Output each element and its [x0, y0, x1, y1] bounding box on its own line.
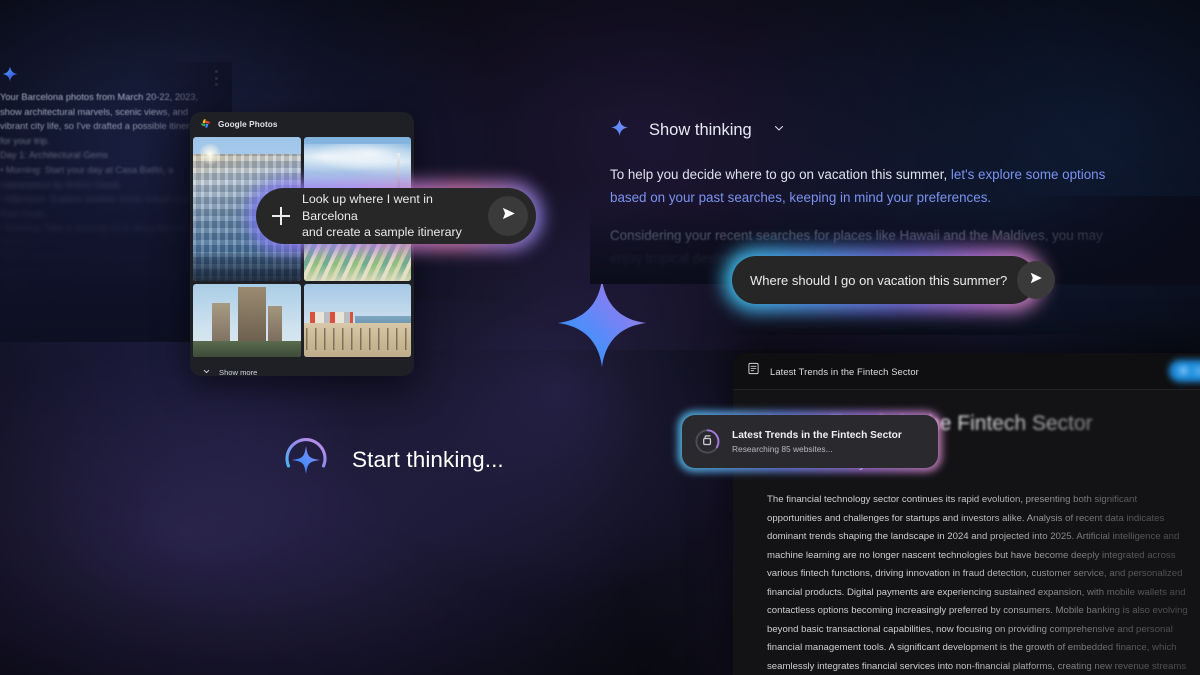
vacation-prompt-pill[interactable]: Where should I go on vacation this summe…	[724, 248, 1056, 312]
share-icon	[1179, 366, 1188, 377]
research-progress-card[interactable]: Latest Trends in the Fintech Sector Rese…	[678, 411, 942, 472]
research-progress-icon	[694, 428, 721, 455]
google-photos-card-header: Google Photos	[190, 112, 414, 137]
send-icon	[1029, 271, 1043, 290]
prompt-pill-body[interactable]: Look up where I went in Barcelona and cr…	[256, 188, 536, 244]
thinking-p2-line1: Considering your recent searches for pla…	[610, 228, 1103, 244]
thinking-paragraph-1: To help you decide where to go on vacati…	[610, 164, 1130, 209]
sparkle-icon	[610, 118, 629, 142]
share-button[interactable]: Share	[1169, 360, 1200, 382]
research-card-subtitle: Researching 85 websites...	[732, 443, 833, 454]
more-vertical-icon[interactable]	[214, 70, 218, 86]
research-card-texts: Latest Trends in the Fintech Sector Rese…	[732, 430, 902, 454]
thinking-text-plain: To help you decide where to go on vacati…	[610, 167, 951, 182]
show-thinking-toggle[interactable]: Show thinking	[610, 116, 1170, 144]
document-header-title: Latest Trends in the Fintech Sector	[770, 365, 919, 377]
gemini-sparkle-icon	[556, 277, 648, 369]
doc-line: contactless options becoming increasingl…	[767, 605, 1188, 616]
doc-line: various fintech functions, driving innov…	[767, 568, 1183, 579]
show-more-button[interactable]: Show more	[190, 361, 414, 376]
doc-line: dominant trends shaping the landscape in…	[767, 531, 1180, 542]
doc-line: opportunities and challenges for startup…	[767, 512, 1165, 524]
show-more-label: Show more	[219, 368, 258, 376]
research-card-body[interactable]: Latest Trends in the Fintech Sector Rese…	[682, 415, 938, 468]
doc-line: seamlessly integrates financial services…	[767, 660, 1187, 672]
plus-icon[interactable]	[270, 205, 292, 227]
barcelona-prompt-pill[interactable]: Look up where I went in Barcelona and cr…	[249, 181, 543, 251]
doc-line: financial management tools. A significan…	[767, 642, 1177, 653]
document-icon	[747, 362, 760, 380]
prompt-pill-text: Look up where I went in Barcelona and cr…	[302, 191, 478, 241]
google-photos-label: Google Photos	[218, 120, 278, 129]
show-thinking-label: Show thinking	[649, 120, 752, 139]
document-paragraph: The financial technology sector continue…	[767, 491, 1188, 675]
vacation-pill-text: Where should I go on vacation this summe…	[750, 272, 1008, 288]
document-panel-header: Latest Trends in the Fintech Sector Shar…	[733, 353, 1200, 390]
share-label: Share	[1194, 366, 1200, 376]
doc-line: machine learning are no longer nascent t…	[767, 549, 1176, 561]
thinking-spinner-sparkle-icon	[282, 436, 330, 484]
doc-line: financial products. Digital payments are…	[767, 586, 1186, 598]
prompt-line-1: Look up where I went in Barcelona	[302, 192, 433, 223]
chevron-down-icon[interactable]	[772, 121, 786, 140]
vacation-send-button[interactable]	[1017, 261, 1056, 299]
vacation-pill-body[interactable]: Where should I go on vacation this summe…	[732, 256, 1056, 304]
send-icon	[501, 206, 516, 226]
google-photos-icon	[200, 116, 211, 134]
document-panel[interactable]: Latest Trends in the Fintech Sector Shar…	[733, 353, 1200, 675]
chevron-down-icon	[202, 367, 211, 376]
doc-line: beyond basic transactional capabilities,…	[767, 623, 1173, 635]
left-line: Your Barcelona photos from March 20-22, …	[0, 92, 199, 102]
prompt-line-2: and create a sample itinerary	[302, 225, 462, 240]
research-card-title: Latest Trends in the Fintech Sector	[732, 429, 902, 441]
start-thinking-indicator: Start thinking...	[282, 436, 504, 484]
photo-sagrada-familia[interactable]	[193, 284, 301, 357]
sparkle-icon	[2, 66, 18, 82]
doc-line: The financial technology sector continue…	[767, 494, 1138, 505]
photo-barceloneta-beach[interactable]	[303, 284, 411, 357]
send-button[interactable]	[488, 196, 528, 236]
start-thinking-label: Start thinking...	[352, 447, 504, 472]
